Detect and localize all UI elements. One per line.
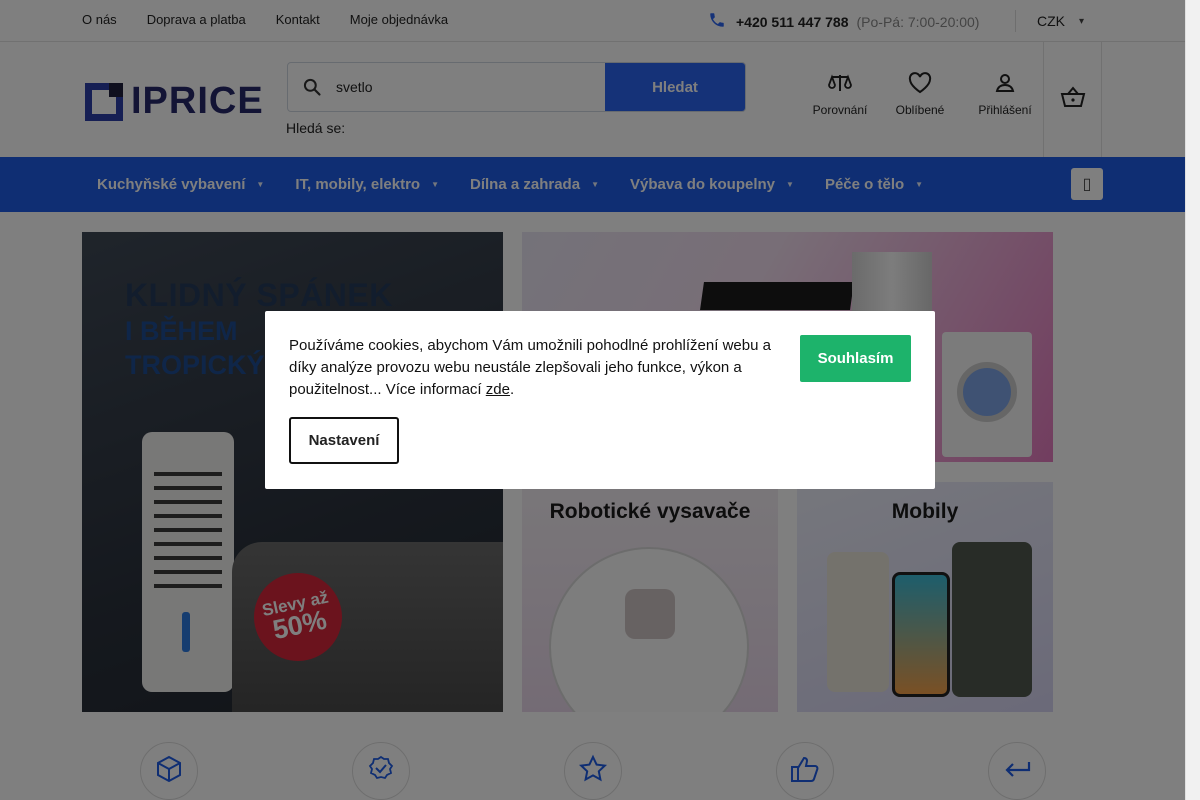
logo-mark	[85, 82, 123, 121]
phone-contact[interactable]: +420 511 447 788 (Po-Pá: 7:00-20:00)	[708, 11, 979, 32]
washer-drum	[957, 362, 1017, 422]
nav-item-label: Dílna a zahrada	[470, 176, 581, 193]
thumbs-up-icon	[789, 754, 821, 789]
box-icon	[154, 754, 184, 789]
more-icon: ▯	[1082, 176, 1092, 193]
agree-button[interactable]: Souhlasím	[800, 335, 911, 382]
phone-number: +420 511 447 788	[736, 13, 849, 30]
favorites-label: Oblíbené	[895, 103, 945, 117]
compare-button[interactable]: Porovnání	[800, 72, 880, 117]
heart-icon	[908, 72, 932, 97]
currency-label: CZK	[1037, 13, 1065, 29]
cookie-period: .	[509, 381, 515, 398]
header-actions: Porovnání Oblíbené Přihlášení	[800, 72, 1050, 117]
search-hint: Hledá se:	[286, 120, 346, 136]
nav-item-workshop[interactable]: Dílna a zahrada ▼	[470, 176, 599, 193]
login-button[interactable]: Přihlášení	[960, 72, 1050, 117]
phone-image	[892, 572, 950, 697]
cooler-grill	[154, 472, 222, 592]
currency-selector[interactable]: CZK ▾	[1037, 13, 1084, 29]
scale-icon	[827, 72, 853, 97]
cooker-hood-image	[700, 282, 854, 310]
banner-title: Robotické vysavače	[549, 500, 751, 523]
cookie-more-link[interactable]: zde	[486, 381, 510, 398]
basket-icon	[1060, 86, 1086, 113]
cookie-dialog: Používáme cookies, abychom Vám umožnili …	[265, 311, 935, 489]
award-icon	[366, 754, 396, 789]
top-links: O nás Doprava a platba Kontakt Moje obje…	[82, 12, 448, 27]
logo[interactable]: IPRICE	[85, 80, 264, 123]
cookie-text: Používáme cookies, abychom Vám umožnili …	[289, 335, 779, 401]
nav-item-it[interactable]: IT, mobily, elektro ▼	[295, 176, 439, 193]
logo-text: IPRICE	[131, 80, 264, 122]
nav-item-label: IT, mobily, elektro	[295, 176, 421, 193]
header: IPRICE Hledat Hledá se: Porovnání Oblíbe…	[0, 42, 1185, 157]
chevron-down-icon: ▼	[786, 180, 794, 189]
divider	[1015, 10, 1016, 32]
phone-hours: (Po-Pá: 7:00-20:00)	[856, 13, 980, 30]
banner-mobiles[interactable]: Mobily	[797, 482, 1053, 712]
cookie-message: Používáme cookies, abychom Vám umožnili …	[289, 337, 771, 398]
feature-box	[988, 742, 1046, 800]
link-my-order[interactable]: Moje objednávka	[350, 12, 448, 27]
nav-items: Kuchyňské vybavení ▼ IT, mobily, elektro ▼…	[97, 157, 954, 212]
banner-subtitle: I BĚHEM	[125, 316, 238, 346]
nav-item-label: Péče o tělo	[824, 176, 905, 193]
feature-box	[140, 742, 198, 800]
nav-item-label: Výbava do koupelny	[629, 176, 776, 193]
banner-robot-vacuums[interactable]: Robotické vysavače	[522, 482, 778, 712]
nav-item-label: Kuchyňské vybavení	[97, 176, 246, 193]
nav-item-kitchen[interactable]: Kuchyňské vybavení ▼	[97, 176, 264, 193]
search-button[interactable]: Hledat	[605, 63, 745, 111]
washer-image	[942, 332, 1032, 457]
scrollbar[interactable]	[1185, 0, 1200, 800]
feature-box	[564, 742, 622, 800]
search-icon	[288, 63, 336, 111]
chevron-down-icon: ▼	[591, 180, 599, 189]
category-nav: Kuchyňské vybavení ▼ IT, mobily, elektro ▼…	[0, 157, 1185, 212]
compare-label: Porovnání	[812, 103, 868, 117]
features-row	[0, 742, 1185, 800]
nav-item-body-care[interactable]: Péče o tělo ▼	[825, 176, 923, 193]
feature-box	[352, 742, 410, 800]
robot-vacuum-image	[549, 547, 749, 712]
cart-button[interactable]	[1043, 42, 1102, 157]
link-shipping[interactable]: Doprava a platba	[147, 12, 246, 27]
return-icon	[1002, 754, 1032, 789]
cookie-settings-button[interactable]: Nastavení	[289, 417, 399, 464]
top-bar: O nás Doprava a platba Kontakt Moje obje…	[0, 0, 1185, 42]
search-box: Hledat	[287, 62, 746, 112]
nav-item-bathroom[interactable]: Výbava do koupelny ▼	[630, 176, 794, 193]
chevron-down-icon: ▼	[256, 180, 265, 189]
chevron-down-icon: ▼	[431, 180, 440, 189]
phone-image	[827, 552, 889, 692]
cooler-water	[182, 612, 190, 652]
search-input[interactable]	[336, 63, 605, 111]
star-icon	[578, 754, 608, 789]
link-about[interactable]: O nás	[82, 12, 117, 27]
chevron-down-icon: ▾	[1079, 15, 1085, 27]
nav-more-button[interactable]: ▯	[1071, 168, 1103, 200]
phone-image	[952, 542, 1032, 697]
banner-subtitle: TROPICKÝ	[125, 350, 265, 380]
feature-box	[776, 742, 834, 800]
page: O nás Doprava a platba Kontakt Moje obje…	[0, 0, 1200, 800]
link-contact[interactable]: Kontakt	[276, 12, 320, 27]
banner-title: KLIDNÝ SPÁNEK	[125, 277, 393, 313]
banner-title: Mobily	[891, 500, 959, 523]
air-cooler-image	[142, 432, 234, 692]
user-icon	[994, 72, 1016, 97]
favorites-button[interactable]: Oblíbené	[880, 72, 960, 117]
login-label: Přihlášení	[978, 103, 1032, 117]
phone-icon	[708, 11, 726, 32]
chevron-down-icon: ▼	[915, 180, 924, 189]
robot-knob	[625, 589, 675, 639]
